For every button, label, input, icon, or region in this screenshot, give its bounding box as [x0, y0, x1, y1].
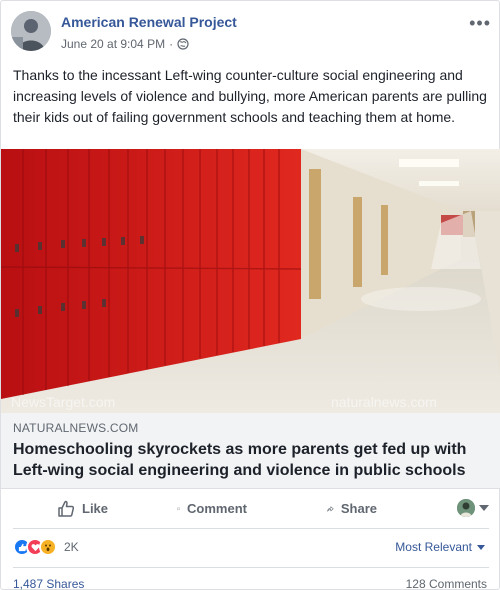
meta-separator: ·	[169, 37, 174, 51]
post-as-selector[interactable]	[457, 499, 489, 517]
comments-count-link[interactable]: 128 Comments	[406, 577, 489, 590]
comment-button[interactable]: Comment	[125, 489, 247, 529]
like-button[interactable]: Like	[13, 489, 125, 529]
globe-icon[interactable]	[177, 38, 189, 50]
like-label: Like	[82, 501, 109, 516]
post-header: American Renewal Project June 20 at 9:04…	[11, 11, 491, 53]
more-options-icon[interactable]: •••	[469, 13, 491, 34]
share-arrow-icon	[327, 505, 334, 512]
reactions-bar: 2K Most Relevant	[13, 535, 489, 559]
share-label: Share	[340, 501, 377, 516]
page-avatar[interactable]	[11, 11, 51, 51]
link-domain: NATURALNEWS.COM	[13, 421, 139, 435]
link-title[interactable]: Homeschooling skyrockets as more parents…	[13, 439, 489, 481]
post-timestamp[interactable]: June 20 at 9:04 PM	[61, 37, 165, 51]
facebook-post: American Renewal Project June 20 at 9:04…	[0, 0, 500, 590]
watermark-right: naturalnews.com	[331, 394, 437, 410]
post-meta: June 20 at 9:04 PM ·	[61, 37, 189, 51]
comment-label: Comment	[187, 501, 247, 516]
link-preview-image[interactable]: NewsTarget.com naturalnews.com	[1, 149, 500, 413]
watermark-left: NewsTarget.com	[11, 394, 115, 410]
page-name-link[interactable]: American Renewal Project	[61, 14, 237, 30]
thumbs-up-icon	[58, 500, 75, 517]
user-avatar	[457, 499, 475, 517]
post-footer: 1,487 Shares 128 Comments	[13, 567, 489, 590]
chevron-down-icon	[479, 505, 489, 511]
chevron-down-icon	[477, 544, 485, 550]
link-preview-box[interactable]: NATURALNEWS.COM Homeschooling skyrockets…	[1, 413, 500, 489]
wow-reaction-icon	[39, 538, 57, 556]
reaction-count[interactable]: 2K	[64, 540, 79, 554]
post-text: Thanks to the incessant Left-wing counte…	[13, 67, 487, 125]
comment-icon	[177, 507, 180, 510]
share-button[interactable]: Share	[247, 489, 377, 529]
reaction-icons[interactable]	[13, 538, 57, 556]
shares-count-link[interactable]: 1,487 Shares	[13, 577, 84, 590]
action-bar: Like Comment Share	[13, 489, 489, 529]
sort-label: Most Relevant	[395, 540, 472, 554]
comment-sort-dropdown[interactable]: Most Relevant	[395, 540, 485, 554]
